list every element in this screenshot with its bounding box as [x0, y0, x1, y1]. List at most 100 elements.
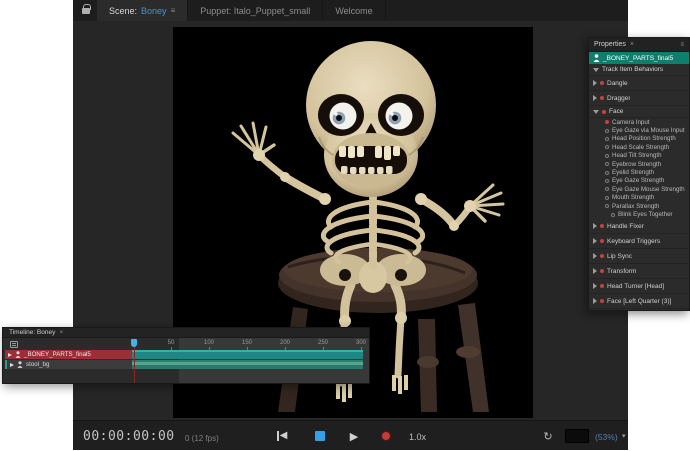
track-item-behaviors-header[interactable]: Track Item Behaviors — [589, 64, 689, 76]
tab-scene[interactable]: Scene: Boney ≡ — [97, 0, 188, 21]
behavior-face[interactable]: Face — [589, 106, 689, 118]
param-ring-icon[interactable] — [605, 196, 609, 200]
track-name: stool_bg — [26, 361, 49, 368]
timeline-tab[interactable]: Timeline: Boney × — [3, 328, 369, 338]
param-ring-icon[interactable] — [605, 171, 609, 175]
ruler-tick: 250 — [318, 340, 328, 346]
param-eye-gaze-via-mouse-input[interactable]: Eye Gaze via Mouse Input — [589, 126, 689, 134]
param-parallax-strength[interactable]: Parallax Strength — [589, 202, 689, 210]
chevron-right-icon[interactable] — [10, 363, 14, 367]
puppet-icon — [593, 54, 600, 62]
track-clip-bar[interactable] — [132, 350, 363, 359]
timecode: 00:00:00:00 — [83, 429, 175, 444]
param-eyebrow-strength[interactable]: Eyebrow Strength — [589, 160, 689, 168]
scene-tab-prefix: Scene: — [109, 6, 137, 16]
chevron-right-icon[interactable] — [593, 283, 597, 289]
chevron-right-icon[interactable] — [593, 223, 597, 229]
behavior-keyboard-triggers[interactable]: Keyboard Triggers — [589, 234, 689, 249]
chevron-right-icon[interactable] — [593, 268, 597, 274]
behavior-head-turner[interactable]: Head Turner [Head] — [589, 279, 689, 294]
chevron-right-icon[interactable] — [593, 253, 597, 259]
param-head-tilt-strength[interactable]: Head Tilt Strength — [589, 152, 689, 160]
param-ring-icon[interactable] — [605, 179, 609, 183]
timeline-panel: Timeline: Boney × 50 100 150 200 250 300… — [2, 327, 370, 384]
ruler-tick: 300 — [356, 340, 366, 346]
param-ring-icon[interactable] — [605, 204, 609, 208]
param-head-scale-strength[interactable]: Head Scale Strength — [589, 143, 689, 151]
record-button[interactable] — [373, 421, 399, 451]
param-ring-icon[interactable] — [605, 137, 609, 141]
time-ruler[interactable]: 50 100 150 200 250 300 — [132, 338, 369, 350]
welcome-tab-label: Welcome — [335, 6, 372, 16]
chevron-right-icon[interactable] — [593, 238, 597, 244]
behavior-transform[interactable]: Transform — [589, 264, 689, 279]
arm-for-record-dot[interactable] — [600, 96, 604, 100]
loop-button[interactable]: ↻ — [535, 421, 561, 451]
track-header[interactable]: _BONEY_PARTS_final5 — [5, 350, 132, 359]
timeline-options-icon[interactable] — [10, 341, 18, 348]
track-row[interactable]: stool_bg — [5, 360, 363, 369]
scene-tab-name: Boney — [141, 6, 167, 16]
zoom-level[interactable]: (53%) — [595, 432, 618, 442]
ruler-tick: 100 — [204, 340, 214, 346]
behavior-lip-sync[interactable]: Lip Sync — [589, 249, 689, 264]
param-head-position-strength[interactable]: Head Position Strength — [589, 135, 689, 143]
tab-welcome[interactable]: Welcome — [323, 0, 385, 21]
arm-for-record-dot[interactable] — [600, 269, 604, 273]
param-ring-icon[interactable] — [605, 129, 609, 133]
behavior-dangle[interactable]: Dangle — [589, 76, 689, 91]
chevron-right-icon[interactable] — [593, 298, 597, 304]
play-icon: ▶ — [350, 430, 358, 443]
arm-for-record-dot[interactable] — [602, 110, 606, 114]
playback-speed[interactable]: 1.0x — [403, 430, 432, 444]
close-icon[interactable]: × — [630, 41, 634, 48]
arm-for-record-dot[interactable] — [605, 120, 609, 124]
selected-puppet-row[interactable]: _BONEY_PARTS_final5 — [589, 52, 689, 64]
param-mouth-strength[interactable]: Mouth Strength — [589, 194, 689, 202]
arm-for-record-dot[interactable] — [600, 299, 604, 303]
param-camera-input[interactable]: Camera Input — [589, 118, 689, 126]
arm-for-record-dot[interactable] — [600, 254, 604, 258]
arm-for-record-dot[interactable] — [600, 224, 604, 228]
scene-lock-icon[interactable] — [73, 0, 97, 21]
track-row[interactable]: _BONEY_PARTS_final5 — [5, 350, 363, 359]
param-eye-gaze-strength[interactable]: Eye Gaze Strength — [589, 177, 689, 185]
chevron-down-icon — [593, 68, 599, 72]
loop-icon: ↻ — [543, 430, 552, 443]
track-clip-bar[interactable] — [132, 360, 363, 369]
stop-button[interactable] — [307, 421, 333, 451]
frame-info: 0 (12 fps) — [185, 434, 219, 443]
param-eyelid-strength[interactable]: Eyelid Strength — [589, 168, 689, 176]
scene-thumbnail — [565, 429, 589, 443]
arm-for-record-dot[interactable] — [600, 284, 604, 288]
close-icon[interactable]: × — [59, 329, 63, 336]
param-ring-icon[interactable] — [605, 154, 609, 158]
arm-for-record-dot[interactable] — [600, 81, 604, 85]
playhead-handle[interactable] — [131, 339, 137, 347]
param-eye-gaze-mouse-strength[interactable]: Eye Gaze Mouse Strength — [589, 185, 689, 193]
panel-menu-icon[interactable]: ≡ — [171, 6, 176, 15]
chevron-down-icon[interactable] — [593, 110, 599, 114]
param-ring-icon[interactable] — [605, 145, 609, 149]
skip-back-icon: ◀ — [277, 431, 288, 441]
chevron-right-icon[interactable] — [593, 95, 597, 101]
behavior-handle-fixer[interactable]: Handle Fixer — [589, 219, 689, 234]
chevron-right-icon[interactable] — [593, 80, 597, 86]
play-button[interactable]: ▶ — [341, 421, 367, 451]
tab-properties[interactable]: Properties — [594, 41, 626, 48]
arm-for-record-dot[interactable] — [600, 239, 604, 243]
panel-menu-icon[interactable]: ≡ — [680, 42, 684, 48]
tab-puppet[interactable]: Puppet: Italo_Puppet_small — [188, 0, 323, 21]
param-ring-icon[interactable] — [605, 162, 609, 166]
go-to-start-button[interactable]: ◀ — [269, 421, 295, 451]
param-ring-icon[interactable] — [611, 213, 615, 217]
track-header[interactable]: stool_bg — [5, 360, 132, 369]
behavior-face-left-quarter[interactable]: Face [Left Quarter (3)] — [589, 294, 689, 309]
chevron-down-icon[interactable]: ▾ — [622, 432, 626, 440]
puppet-icon — [17, 361, 23, 368]
param-blink-eyes-together[interactable]: Blink Eyes Together — [589, 210, 689, 219]
behavior-dragger[interactable]: Dragger — [589, 91, 689, 106]
chevron-right-icon[interactable] — [8, 353, 12, 357]
top-tab-bar: Scene: Boney ≡ Puppet: Italo_Puppet_smal… — [73, 0, 628, 21]
param-ring-icon[interactable] — [605, 187, 609, 191]
